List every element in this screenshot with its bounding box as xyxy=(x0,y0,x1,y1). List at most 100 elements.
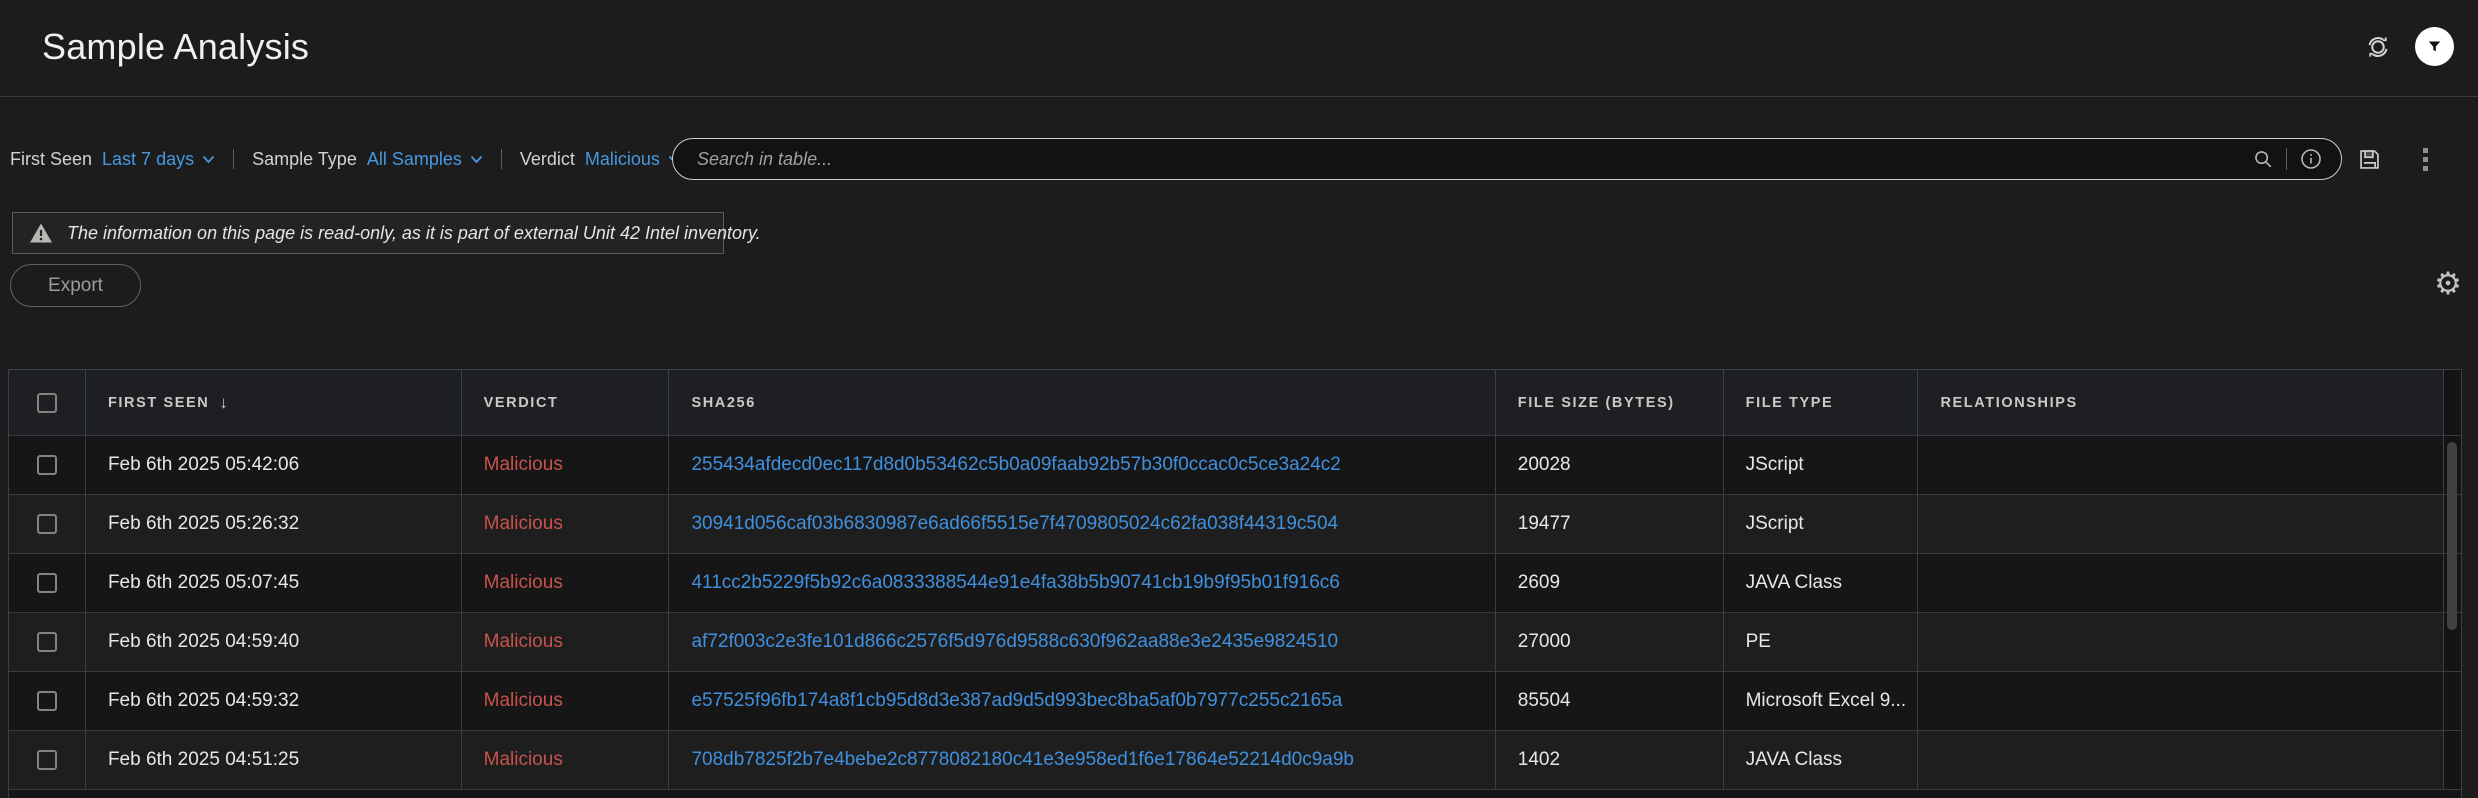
sha256-link[interactable]: 708db7825f2b7e4bebe2c8778082180c41e3e958… xyxy=(691,749,1354,771)
warning-icon xyxy=(29,222,53,244)
table-row[interactable]: Feb 6th 2025 04:51:25 Malicious 708db782… xyxy=(9,730,2461,789)
verdict-cell: Malicious xyxy=(462,672,670,730)
table-row[interactable]: Feb 6th 2025 04:59:40 Malicious af72f003… xyxy=(9,612,2461,671)
file-size-cell: 85504 xyxy=(1496,672,1724,730)
first-seen-cell: Feb 6th 2025 05:42:06 xyxy=(86,436,462,494)
table-row[interactable]: Feb 6th 2025 05:26:32 Malicious 30941d05… xyxy=(9,494,2461,553)
verdict-cell: Malicious xyxy=(462,554,670,612)
refresh-button[interactable] xyxy=(2363,32,2393,62)
relationships-cell xyxy=(1918,495,2444,553)
search-pill-icons xyxy=(2252,139,2341,179)
relationships-cell xyxy=(1918,554,2444,612)
filter-first-seen-label: First Seen xyxy=(10,149,92,170)
column-header-first-seen[interactable]: FIRST SEEN ↓ xyxy=(86,370,462,435)
table-settings-button[interactable]: ⚙ xyxy=(2428,264,2468,304)
save-view-button[interactable] xyxy=(2356,146,2383,173)
readonly-banner: The information on this page is read-onl… xyxy=(12,212,724,254)
verdict-cell: Malicious xyxy=(462,436,670,494)
save-icon xyxy=(2356,146,2383,173)
relationships-cell xyxy=(1918,613,2444,671)
file-size-cell: 19477 xyxy=(1496,495,1724,553)
file-size-cell: 27000 xyxy=(1496,613,1724,671)
table-row[interactable]: Feb 6th 2025 05:42:06 Malicious 255434af… xyxy=(9,435,2461,494)
more-options-button[interactable] xyxy=(2419,144,2432,175)
verdict-cell: Malicious xyxy=(462,495,670,553)
verdict-cell: Malicious xyxy=(462,731,670,789)
column-header-file-type[interactable]: FILE TYPE xyxy=(1724,370,1919,435)
sha256-link[interactable]: e57525f96fb174a8f1cb95d8d3e387ad9d5d993b… xyxy=(691,690,1342,712)
select-all-checkbox[interactable] xyxy=(37,393,57,413)
search-input[interactable] xyxy=(673,139,2252,179)
chevron-down-icon xyxy=(470,155,483,164)
scrollbar-header-cell xyxy=(2444,370,2461,435)
filter-row: First Seen Last 7 days Sample Type All S… xyxy=(0,130,2478,188)
page-title: Sample Analysis xyxy=(42,26,309,68)
row-checkbox[interactable] xyxy=(37,455,57,475)
column-header-sha256[interactable]: SHA256 xyxy=(669,370,1495,435)
sha256-link[interactable]: 30941d056caf03b6830987e6ad66f5515e7f4709… xyxy=(691,513,1338,535)
filter-avatar-button[interactable] xyxy=(2415,27,2454,66)
gear-icon: ⚙ xyxy=(2434,266,2462,301)
filter-sample-type-dropdown[interactable]: All Samples xyxy=(367,149,483,170)
filter-first-seen-dropdown[interactable]: Last 7 days xyxy=(102,149,215,170)
sha256-link[interactable]: af72f003c2e3fe101d866c2576f5d976d9588c63… xyxy=(691,631,1338,653)
chevron-down-icon xyxy=(202,155,215,164)
filters: First Seen Last 7 days Sample Type All S… xyxy=(10,130,681,188)
file-size-cell: 20028 xyxy=(1496,436,1724,494)
first-seen-cell: Feb 6th 2025 05:26:32 xyxy=(86,495,462,553)
file-size-cell: 2609 xyxy=(1496,554,1724,612)
partial-next-row xyxy=(9,789,2461,797)
relationships-cell xyxy=(1918,731,2444,789)
select-all-cell xyxy=(9,370,86,435)
filter-verdict: Verdict Malicious xyxy=(520,149,681,170)
table-search xyxy=(672,138,2342,180)
scrollbar-track-cell xyxy=(2444,672,2461,730)
filter-sample-type-label: Sample Type xyxy=(252,149,357,170)
search-actions xyxy=(2356,138,2432,180)
file-type-cell: PE xyxy=(1724,613,1919,671)
file-type-cell: JScript xyxy=(1724,436,1919,494)
table-row[interactable]: Feb 6th 2025 04:59:32 Malicious e57525f9… xyxy=(9,671,2461,730)
titlebar-icons xyxy=(2363,27,2454,66)
column-header-verdict[interactable]: VERDICT xyxy=(462,370,670,435)
column-header-file-size[interactable]: FILE SIZE (BYTES) xyxy=(1496,370,1724,435)
table-row[interactable]: Feb 6th 2025 05:07:45 Malicious 411cc2b5… xyxy=(9,553,2461,612)
file-type-cell: JScript xyxy=(1724,495,1919,553)
filter-sample-type: Sample Type All Samples xyxy=(252,149,483,170)
search-button[interactable] xyxy=(2252,148,2274,170)
search-info-button[interactable] xyxy=(2299,147,2323,171)
verdict-cell: Malicious xyxy=(462,613,670,671)
filter-divider xyxy=(501,149,502,169)
column-header-relationships[interactable]: RELATIONSHIPS xyxy=(1918,370,2444,435)
file-size-cell: 1402 xyxy=(1496,731,1724,789)
row-checkbox[interactable] xyxy=(37,573,57,593)
row-checkbox[interactable] xyxy=(37,750,57,770)
filter-verdict-label: Verdict xyxy=(520,149,575,170)
row-checkbox[interactable] xyxy=(37,514,57,534)
export-button[interactable]: Export xyxy=(10,264,141,307)
kebab-icon xyxy=(2423,148,2428,153)
filter-verdict-dropdown[interactable]: Malicious xyxy=(585,149,681,170)
sort-desc-icon: ↓ xyxy=(219,393,228,413)
sha256-link[interactable]: 411cc2b5229f5b92c6a0833388544e91e4fa38b5… xyxy=(691,572,1339,594)
sha256-link[interactable]: 255434afdecd0ec117d8d0b53462c5b0a09faab9… xyxy=(691,454,1340,476)
row-checkbox[interactable] xyxy=(37,691,57,711)
filter-first-seen: First Seen Last 7 days xyxy=(10,149,215,170)
relationships-cell xyxy=(1918,672,2444,730)
file-type-cell: Microsoft Excel 9... xyxy=(1724,672,1919,730)
search-icons-divider xyxy=(2286,148,2287,170)
info-icon xyxy=(2299,147,2323,171)
filter-divider xyxy=(233,149,234,169)
first-seen-cell: Feb 6th 2025 05:07:45 xyxy=(86,554,462,612)
relationships-cell xyxy=(1918,436,2444,494)
scrollbar-track-cell xyxy=(2444,731,2461,789)
vertical-scrollbar-thumb[interactable] xyxy=(2447,442,2457,630)
first-seen-cell: Feb 6th 2025 04:51:25 xyxy=(86,731,462,789)
first-seen-cell: Feb 6th 2025 04:59:32 xyxy=(86,672,462,730)
funnel-icon xyxy=(2426,38,2443,55)
search-icon xyxy=(2252,148,2274,170)
table-header-row: FIRST SEEN ↓ VERDICT SHA256 FILE SIZE (B… xyxy=(9,370,2461,435)
row-checkbox[interactable] xyxy=(37,632,57,652)
refresh-icon xyxy=(2363,32,2393,62)
title-bar: Sample Analysis xyxy=(0,0,2478,97)
